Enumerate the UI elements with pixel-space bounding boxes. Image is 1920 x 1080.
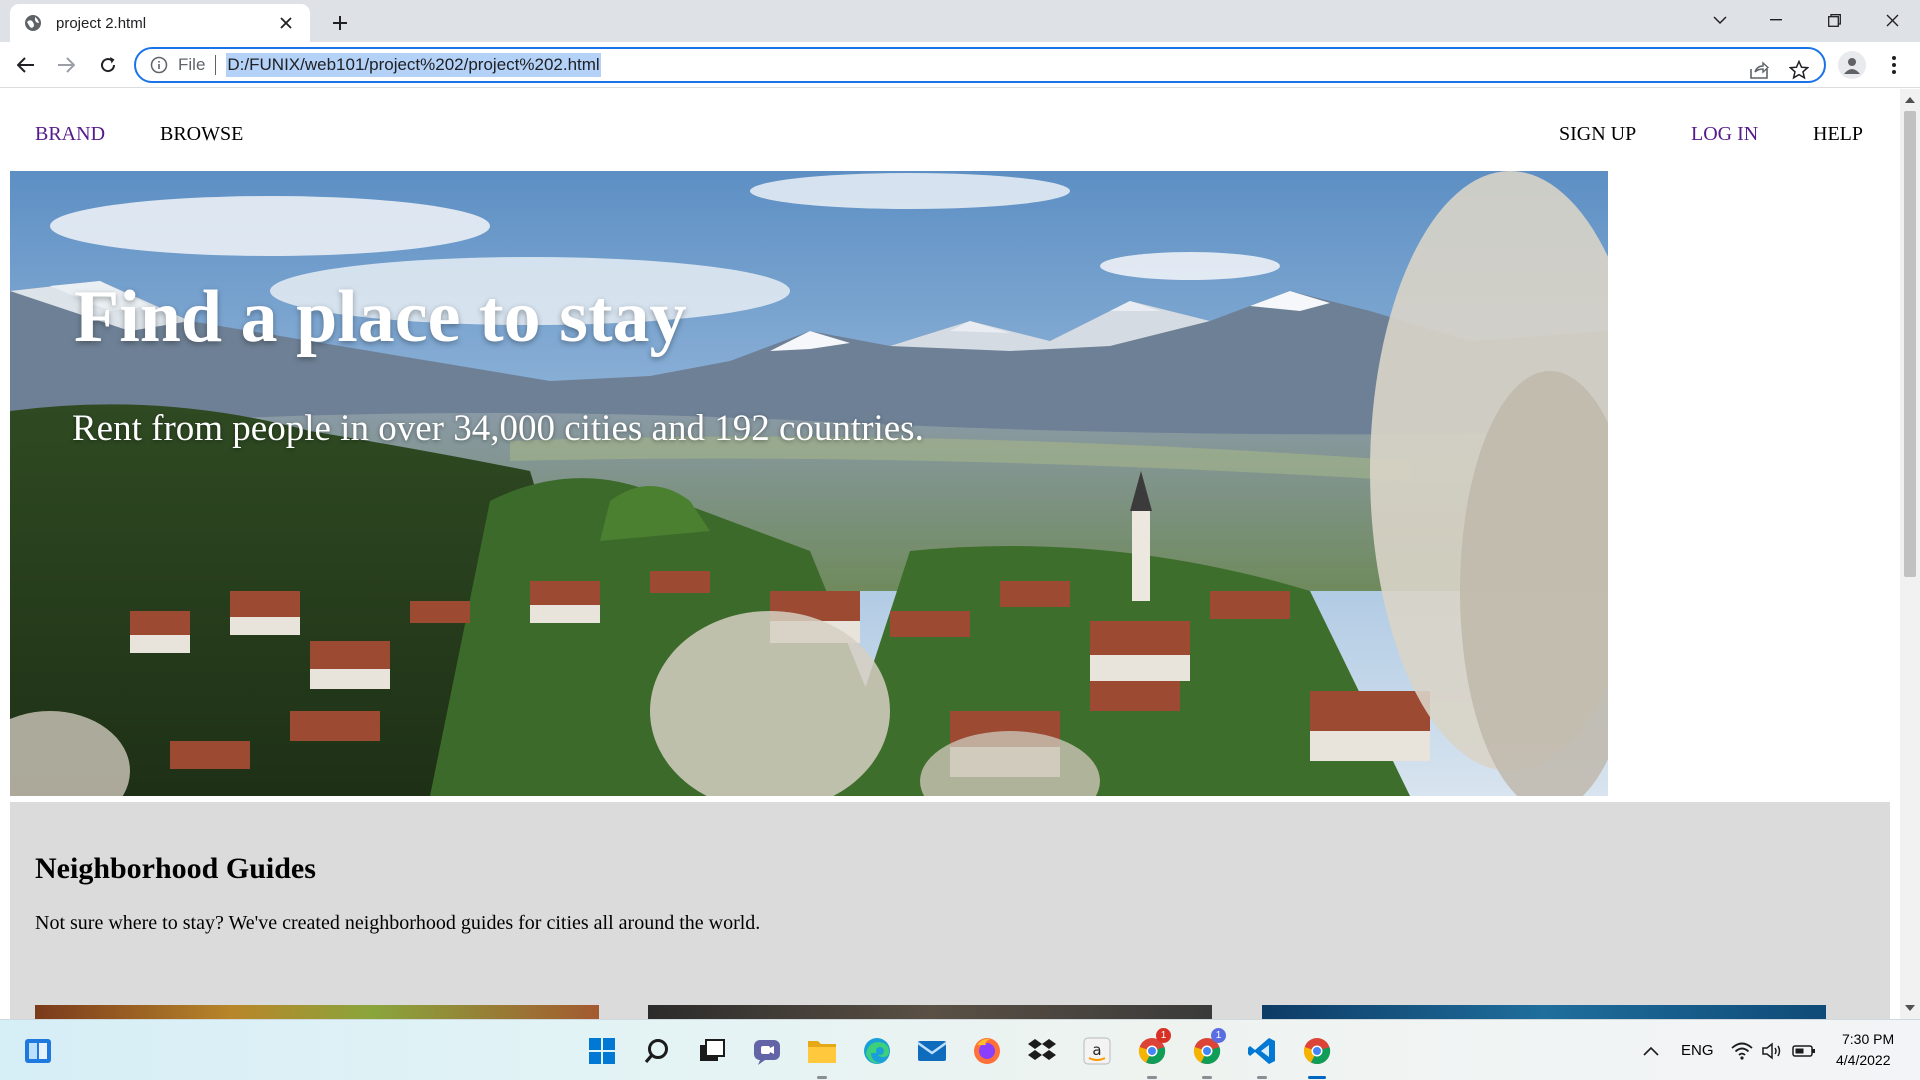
windows-taskbar: a 1 1 ENG 7:30 PM 4/4/2022 bbox=[0, 1019, 1920, 1080]
close-window-button[interactable] bbox=[1864, 0, 1920, 40]
hero-title: Find a place to stay bbox=[74, 276, 687, 358]
new-tab-button[interactable] bbox=[326, 9, 354, 37]
hero-landscape-image bbox=[10, 171, 1608, 796]
chrome-icon[interactable] bbox=[1299, 1033, 1335, 1069]
scrollbar-thumb[interactable] bbox=[1904, 111, 1916, 577]
chrome-badge-2: 1 bbox=[1211, 1028, 1226, 1043]
bookmark-star-icon[interactable] bbox=[1786, 57, 1812, 83]
globe-icon bbox=[24, 14, 42, 32]
nav-link-help[interactable]: HELP bbox=[1813, 123, 1863, 146]
profile-avatar-icon[interactable] bbox=[1838, 51, 1866, 79]
nav-link-brand[interactable]: BRAND bbox=[35, 123, 105, 146]
scroll-up-arrow-icon[interactable] bbox=[1900, 93, 1920, 107]
restore-button[interactable] bbox=[1806, 0, 1862, 40]
nav-link-sign-up[interactable]: SIGN UP bbox=[1559, 123, 1636, 146]
vscode-running-indicator bbox=[1257, 1076, 1267, 1079]
search-icon[interactable] bbox=[639, 1033, 675, 1069]
start-button-icon[interactable] bbox=[584, 1033, 620, 1069]
guide-card-image-2[interactable] bbox=[648, 1005, 1212, 1019]
guides-description: Not sure where to stay? We've created ne… bbox=[35, 912, 761, 934]
info-icon[interactable] bbox=[150, 56, 168, 74]
forward-button[interactable] bbox=[50, 49, 82, 81]
guide-card-image-3[interactable] bbox=[1262, 1005, 1826, 1019]
mail-icon[interactable] bbox=[914, 1033, 950, 1069]
wifi-icon[interactable] bbox=[1727, 1033, 1757, 1069]
browser-tab-bar: project 2.html bbox=[0, 0, 1920, 42]
language-indicator[interactable]: ENG bbox=[1681, 1042, 1714, 1059]
nav-link-log-in[interactable]: LOG IN bbox=[1691, 123, 1758, 146]
svg-text:a: a bbox=[1092, 1041, 1101, 1059]
clock-date[interactable]: 4/4/2022 bbox=[1836, 1052, 1891, 1068]
guides-title: Neighborhood Guides bbox=[35, 852, 316, 885]
chrome-active-indicator bbox=[1308, 1076, 1326, 1079]
hero-subtitle: Rent from people in over 34,000 cities a… bbox=[72, 408, 924, 449]
browser-toolbar: File D:/FUNIX/web101/project%202/project… bbox=[0, 42, 1920, 88]
task-view-icon[interactable] bbox=[694, 1033, 730, 1069]
url-separator bbox=[215, 55, 217, 75]
url-scheme: File bbox=[178, 55, 206, 74]
scroll-down-arrow-icon[interactable] bbox=[1900, 1001, 1920, 1015]
amazon-icon[interactable]: a bbox=[1079, 1033, 1115, 1069]
page-scrollbar[interactable] bbox=[1900, 89, 1920, 1019]
guide-card-image-1[interactable] bbox=[35, 1005, 599, 1019]
back-button[interactable] bbox=[10, 49, 42, 81]
widgets-icon[interactable] bbox=[20, 1033, 56, 1069]
site-navigation: BRAND BROWSE SIGN UP LOG IN HELP bbox=[0, 89, 1900, 171]
browser-tab[interactable]: project 2.html bbox=[10, 4, 310, 42]
tab-title: project 2.html bbox=[56, 14, 147, 32]
chevron-up-icon[interactable] bbox=[1636, 1033, 1666, 1069]
chat-teams-icon[interactable] bbox=[749, 1033, 785, 1069]
hero-banner: Find a place to stay Rent from people in… bbox=[10, 171, 1608, 796]
neighborhood-guides-section: Neighborhood Guides Not sure where to st… bbox=[10, 802, 1890, 1019]
minimize-button[interactable] bbox=[1748, 0, 1804, 40]
explorer-running-indicator bbox=[817, 1076, 827, 1079]
volume-icon[interactable] bbox=[1757, 1033, 1787, 1069]
tab-search-button[interactable] bbox=[1692, 0, 1748, 40]
reload-button[interactable] bbox=[92, 49, 124, 81]
battery-icon[interactable] bbox=[1789, 1033, 1819, 1069]
dropbox-icon[interactable] bbox=[1024, 1033, 1060, 1069]
chrome-badge: 1 bbox=[1156, 1028, 1171, 1043]
url-text[interactable]: D:/FUNIX/web101/project%202/project%202.… bbox=[226, 53, 601, 77]
firefox-icon[interactable] bbox=[969, 1033, 1005, 1069]
chrome-running-indicator bbox=[1147, 1076, 1157, 1079]
nav-link-browse[interactable]: BROWSE bbox=[160, 123, 243, 146]
vscode-icon[interactable] bbox=[1244, 1033, 1280, 1069]
share-icon[interactable] bbox=[1746, 57, 1772, 83]
chrome-2-running-indicator bbox=[1202, 1076, 1212, 1079]
page-viewport: BRAND BROWSE SIGN UP LOG IN HELP Find a … bbox=[0, 89, 1900, 1019]
file-explorer-icon[interactable] bbox=[804, 1033, 840, 1069]
clock-time[interactable]: 7:30 PM bbox=[1842, 1031, 1894, 1047]
close-tab-icon[interactable] bbox=[276, 13, 296, 33]
edge-browser-icon[interactable] bbox=[859, 1033, 895, 1069]
address-bar[interactable]: File D:/FUNIX/web101/project%202/project… bbox=[134, 47, 1826, 83]
browser-menu-icon[interactable] bbox=[1880, 51, 1908, 79]
